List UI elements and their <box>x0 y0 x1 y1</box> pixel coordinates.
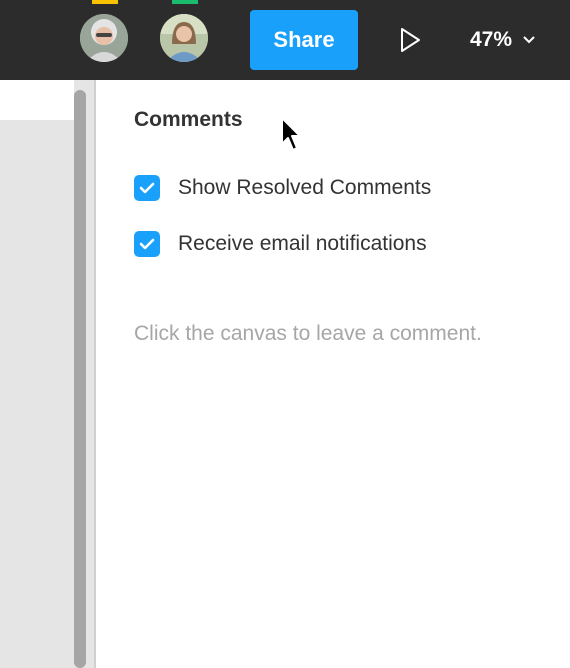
show-resolved-comments-option[interactable]: Show Resolved Comments <box>134 173 431 203</box>
email-notifications-option[interactable]: Receive email notifications <box>134 229 427 259</box>
present-button[interactable] <box>394 24 426 56</box>
show-resolved-checkbox[interactable] <box>134 175 160 201</box>
email-notifications-checkbox[interactable] <box>134 231 160 257</box>
avatar-color-marker <box>172 0 198 4</box>
avatar[interactable] <box>160 14 208 62</box>
panel-title: Comments <box>134 108 243 131</box>
canvas-content <box>0 80 74 120</box>
chevron-down-icon <box>523 36 535 44</box>
mouse-pointer-icon <box>281 117 301 151</box>
canvas-scrollbar[interactable] <box>74 90 86 668</box>
share-button[interactable]: Share <box>250 10 358 70</box>
option-label: Receive email notifications <box>178 232 427 255</box>
option-label: Show Resolved Comments <box>178 176 432 199</box>
top-toolbar: Share 47% <box>0 0 570 80</box>
zoom-value: 47% <box>470 28 513 51</box>
canvas-area[interactable] <box>0 80 96 668</box>
checkmark-icon <box>139 238 155 250</box>
comments-panel: Comments Show Resolved Comments Receive … <box>98 80 570 668</box>
play-icon <box>401 28 420 52</box>
avatar-color-marker <box>92 0 118 4</box>
comment-hint: Click the canvas to leave a comment. <box>134 322 482 345</box>
zoom-control[interactable]: 47% <box>470 22 536 58</box>
avatar[interactable] <box>80 14 128 62</box>
checkmark-icon <box>139 182 155 194</box>
collaborator-avatar[interactable] <box>80 0 130 70</box>
collaborator-avatar[interactable] <box>160 0 210 70</box>
